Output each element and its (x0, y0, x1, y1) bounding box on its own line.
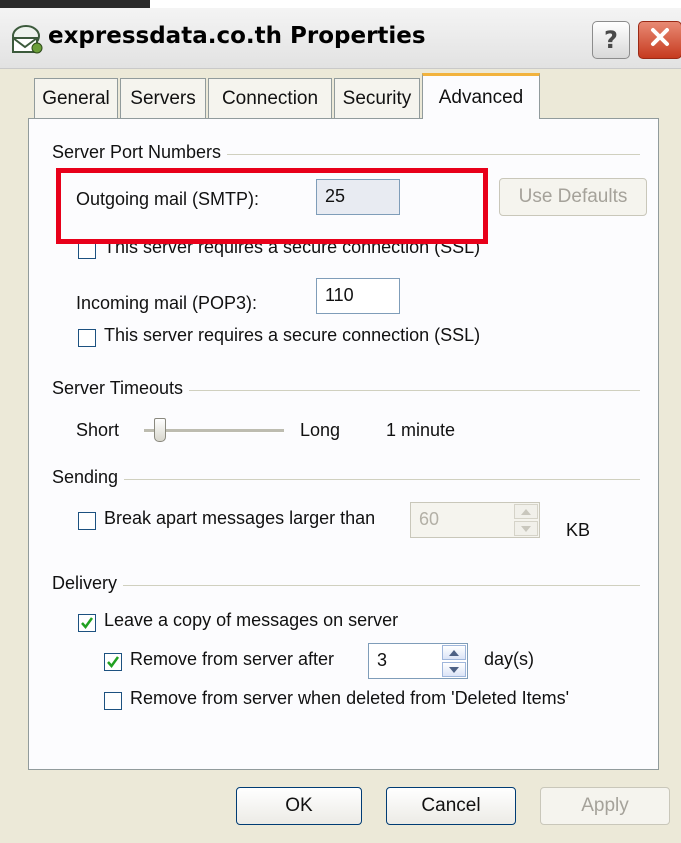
help-button[interactable]: ? (592, 21, 630, 59)
remove-after-label: Remove from server after (130, 649, 335, 669)
tab-advanced[interactable]: Advanced (422, 73, 540, 119)
group-server-timeouts: Server Timeouts (52, 378, 190, 399)
break-apart-spinner[interactable] (514, 504, 538, 536)
tab-servers[interactable]: Servers (120, 78, 206, 118)
cancel-button[interactable]: Cancel (386, 787, 516, 825)
close-icon (649, 26, 671, 54)
remove-after-checkbox[interactable] (104, 653, 122, 671)
mail-account-icon (10, 24, 46, 56)
spinner-down-icon[interactable] (442, 662, 466, 677)
group-divider (52, 585, 640, 586)
timeout-value: 1 minute (386, 420, 456, 440)
timeout-long-label: Long (300, 420, 341, 440)
leave-copy-label: Leave a copy of messages on server (104, 610, 399, 630)
remove-deleted-label: Remove from server when deleted from 'De… (130, 688, 570, 708)
title-bar[interactable]: expressdata.co.th Properties ? (0, 8, 681, 69)
timeout-short-label: Short (76, 420, 120, 440)
ssl-incoming-checkbox[interactable] (78, 329, 96, 347)
group-sending: Sending (52, 467, 125, 488)
window-title: expressdata.co.th Properties (48, 23, 426, 49)
background-fragment (0, 0, 150, 8)
spinner-down-icon[interactable] (514, 521, 538, 536)
tab-security[interactable]: Security (334, 78, 420, 118)
help-icon: ? (604, 26, 618, 54)
break-apart-checkbox[interactable] (78, 512, 96, 530)
close-button[interactable] (638, 21, 681, 59)
remove-after-spinner[interactable] (442, 645, 466, 677)
slider-thumb[interactable] (154, 418, 166, 442)
group-server-port-numbers: Server Port Numbers (52, 142, 228, 163)
incoming-mail-label: Incoming mail (POP3): (76, 293, 258, 313)
leave-copy-checkbox[interactable] (78, 614, 96, 632)
remove-after-unit: day(s) (484, 649, 535, 669)
timeout-slider[interactable] (144, 418, 284, 444)
properties-dialog: expressdata.co.th Properties ? General S… (0, 8, 681, 843)
group-divider (52, 479, 640, 480)
use-defaults-button[interactable]: Use Defaults (499, 178, 647, 216)
apply-button[interactable]: Apply (540, 787, 670, 825)
break-apart-label: Break apart messages larger than (104, 508, 376, 528)
top-strip (0, 0, 681, 8)
highlight-box (56, 168, 488, 244)
ssl-incoming-label: This server requires a secure connection… (104, 325, 481, 345)
spinner-up-icon[interactable] (442, 645, 466, 660)
break-apart-unit: KB (566, 520, 591, 540)
ok-button[interactable]: OK (236, 787, 362, 825)
group-delivery: Delivery (52, 573, 124, 594)
tab-general[interactable]: General (34, 78, 118, 118)
remove-deleted-checkbox[interactable] (104, 692, 122, 710)
tab-connection[interactable]: Connection (208, 78, 332, 118)
incoming-port-input[interactable]: 110 (316, 278, 400, 314)
spinner-up-icon[interactable] (514, 504, 538, 519)
